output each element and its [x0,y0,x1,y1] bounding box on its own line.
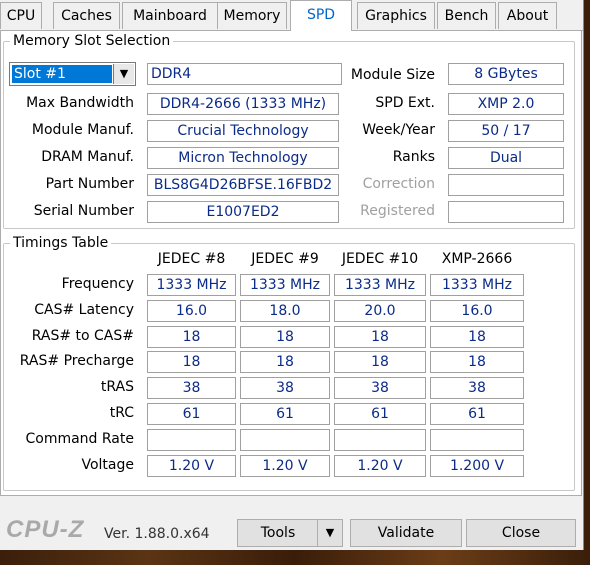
cpuz-logo: CPU-Z [6,516,85,543]
tools-dropdown-button[interactable]: ▼ [317,519,343,547]
timing-cell: 61 [147,403,236,425]
tab-mainboard[interactable]: Mainboard [122,2,218,29]
chevron-down-icon[interactable]: ▼ [113,64,134,84]
timing-cell: 18 [430,351,524,373]
timing-cell: 1.20 V [240,455,330,477]
timing-cell: 38 [334,377,426,399]
serial-number-value: E1007ED2 [147,201,339,223]
module-size-label: Module Size [350,67,435,83]
tab-memory[interactable]: Memory [217,2,287,29]
timing-cell: 1333 MHz [334,274,426,296]
timing-cell: 1333 MHz [147,274,236,296]
timing-column-header: JEDEC #8 [157,251,226,267]
timing-row-label: RAS# to CAS# [31,328,134,344]
dram-manuf-label: DRAM Manuf. [41,149,134,165]
timing-cell: 38 [240,377,330,399]
timing-cell: 20.0 [334,300,426,322]
chevron-down-icon: ▼ [325,526,335,539]
part-number-label: Part Number [45,176,134,192]
max-bandwidth-label: Max Bandwidth [26,95,134,111]
tab-bar: CPU Caches Mainboard Memory SPD Graphics… [0,0,583,32]
timing-row-label: tRC [109,405,134,421]
timing-cell [147,429,236,451]
week-year-label: Week/Year [362,122,435,138]
max-bandwidth-value: DDR4-2666 (1333 MHz) [147,93,339,115]
timing-cell: 18 [430,326,524,348]
timing-column-header: JEDEC #10 [341,251,419,267]
timing-row-label: Command Rate [25,431,134,447]
timing-row-label: RAS# Precharge [19,353,134,369]
timing-cell: 38 [147,377,236,399]
tab-bench[interactable]: Bench [437,2,496,29]
timing-cell: 18 [240,351,330,373]
correction-value [448,174,564,196]
tools-button[interactable]: Tools [237,519,318,547]
serial-number-label: Serial Number [33,203,134,219]
timing-cell: 18 [147,351,236,373]
timing-cell: 1.20 V [334,455,426,477]
timing-row-label: CAS# Latency [34,302,134,318]
ranks-label: Ranks [392,149,435,165]
timing-cell [430,429,524,451]
module-manuf-label: Module Manuf. [31,122,134,138]
memory-slot-group-title: Memory Slot Selection [10,32,174,50]
week-year-value: 50 / 17 [448,120,564,142]
timing-cell: 18.0 [240,300,330,322]
timing-cell: 18 [334,326,426,348]
module-size-value: 8 GBytes [448,63,564,85]
timing-cell: 18 [240,326,330,348]
timing-cell: 1333 MHz [430,274,524,296]
timing-row-label: Voltage [81,457,134,473]
validate-button[interactable]: Validate [350,519,462,547]
timing-cell [334,429,426,451]
spd-panel: Memory Slot Selection Slot #1 ▼ DDR4 Max… [0,31,582,496]
tab-about[interactable]: About [498,2,557,29]
timing-cell: 61 [430,403,524,425]
spd-ext-label: SPD Ext. [375,95,435,111]
registered-value [448,201,564,223]
timing-cell: 61 [334,403,426,425]
timing-column-header: XMP-2666 [441,251,513,267]
memory-type-field: DDR4 [147,63,342,85]
correction-label: Correction [362,176,435,192]
timing-row-label: Frequency [61,276,134,292]
timing-cell: 1.20 V [147,455,236,477]
tab-graphics[interactable]: Graphics [357,2,435,29]
timing-cell: 1333 MHz [240,274,330,296]
slot-select[interactable]: Slot #1 ▼ [9,62,136,86]
slot-select-value: Slot #1 [12,65,112,83]
registered-label: Registered [360,203,435,219]
module-manuf-value: Crucial Technology [147,120,339,142]
timing-cell: 18 [147,326,236,348]
tab-cpu[interactable]: CPU [0,2,42,29]
tab-caches[interactable]: Caches [53,2,120,29]
timing-cell [240,429,330,451]
timing-column-header: JEDEC #9 [251,251,319,267]
footer-bar: CPU-Z Ver. 1.88.0.x64 Tools ▼ Validate C… [0,497,583,550]
tab-spd[interactable]: SPD [290,0,352,32]
close-button[interactable]: Close [466,519,576,547]
timing-cell: 18 [334,351,426,373]
part-number-value: BLS8G4D26BFSE.16FBD2 [147,174,339,196]
version-text: Ver. 1.88.0.x64 [104,526,210,542]
timing-row-label: tRAS [100,379,134,395]
timing-cell: 1.200 V [430,455,524,477]
timing-cell: 61 [240,403,330,425]
timings-group-title: Timings Table [10,234,112,252]
timing-cell: 38 [430,377,524,399]
ranks-value: Dual [448,147,564,169]
timing-cell: 16.0 [147,300,236,322]
cpuz-window: CPU Caches Mainboard Memory SPD Graphics… [0,0,584,550]
spd-ext-value: XMP 2.0 [448,93,564,115]
dram-manuf-value: Micron Technology [147,147,339,169]
timing-cell: 16.0 [430,300,524,322]
